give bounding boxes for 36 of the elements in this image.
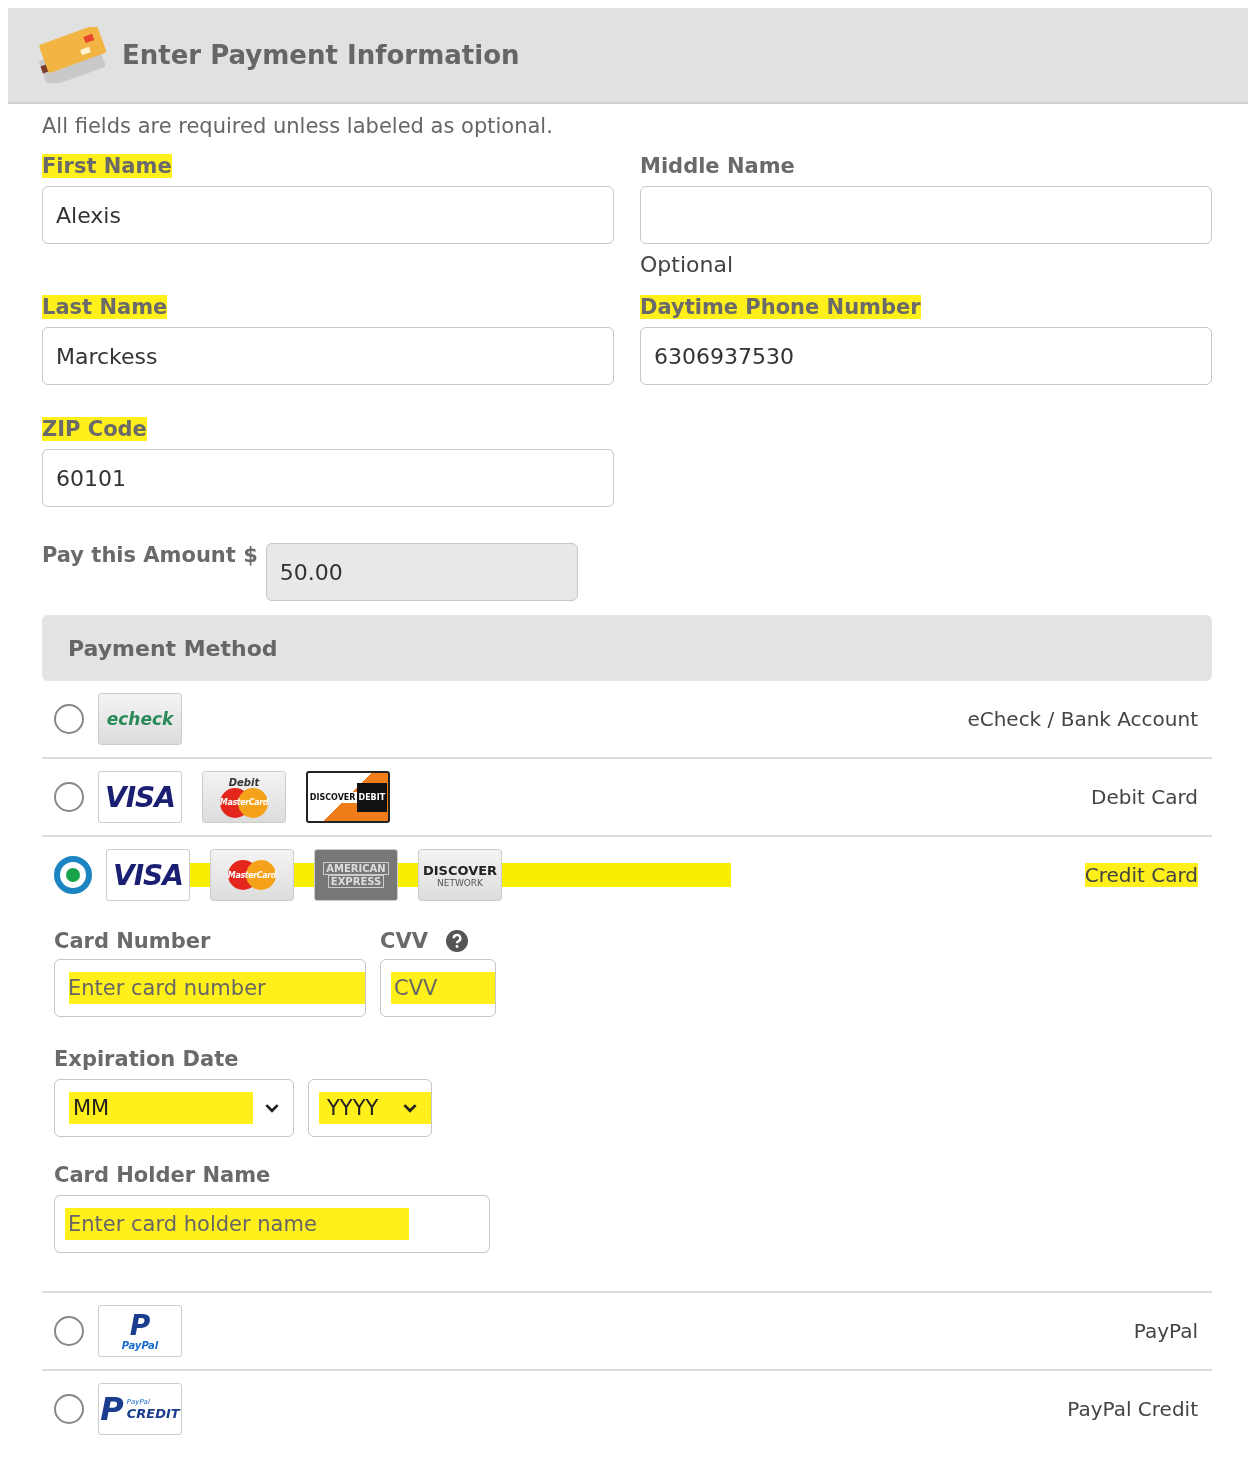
payment-option-label: PayPal Credit [1067, 1397, 1198, 1421]
amount-label: Pay this Amount $ [42, 543, 258, 567]
card-logo: echeck [98, 693, 182, 745]
card-logo: VISA [106, 849, 190, 901]
card-holder-field[interactable]: Enter card holder name [54, 1195, 490, 1253]
amount-field[interactable]: 50.00 [265, 543, 578, 601]
month-select[interactable]: MM [54, 1079, 294, 1137]
payment-option-label: Credit Card [1084, 863, 1198, 887]
field-hint: Optional [640, 252, 735, 277]
year-select[interactable]: YYYY [308, 1079, 432, 1137]
card-logo: VISA [98, 771, 182, 823]
payment-option-label: eCheck / Bank Account [967, 707, 1198, 731]
required-fields-note: All fields are required unless labeled as optional. [42, 114, 554, 138]
cvv-field[interactable]: CVV [380, 959, 496, 1017]
field-label: Card Holder Name [54, 1163, 271, 1187]
card-logo: DISCOVER DEBIT [306, 771, 390, 823]
field-label: Daytime Phone Number [640, 295, 921, 319]
card-number-field[interactable]: Enter card number [54, 959, 366, 1017]
field-label: Last Name [42, 295, 168, 319]
payment-option-label: Debit Card [1091, 785, 1198, 809]
field-label: CVV [380, 929, 428, 953]
field-label: First Name [42, 154, 172, 178]
text-field[interactable]: 6306937530 [640, 327, 1212, 385]
text-field[interactable]: 60101 [42, 449, 614, 507]
text-field[interactable]: Alexis [42, 186, 614, 244]
field-label: Expiration Date [54, 1047, 239, 1071]
card-logo: P PayPal [98, 1305, 182, 1357]
header-title: Enter Payment Information [122, 40, 520, 70]
text-field[interactable]: Marckess [42, 327, 614, 385]
field-label: Card Number [54, 929, 211, 953]
field-label: Middle Name [640, 154, 795, 178]
field-label: ZIP Code [42, 417, 147, 441]
payment-option-label: PayPal [1133, 1319, 1198, 1343]
card-logo: DISCOVER NETWORK [418, 849, 502, 901]
card-logo: AMERICAN EXPRESS [314, 849, 398, 901]
section-title: Payment Method [68, 635, 278, 661]
